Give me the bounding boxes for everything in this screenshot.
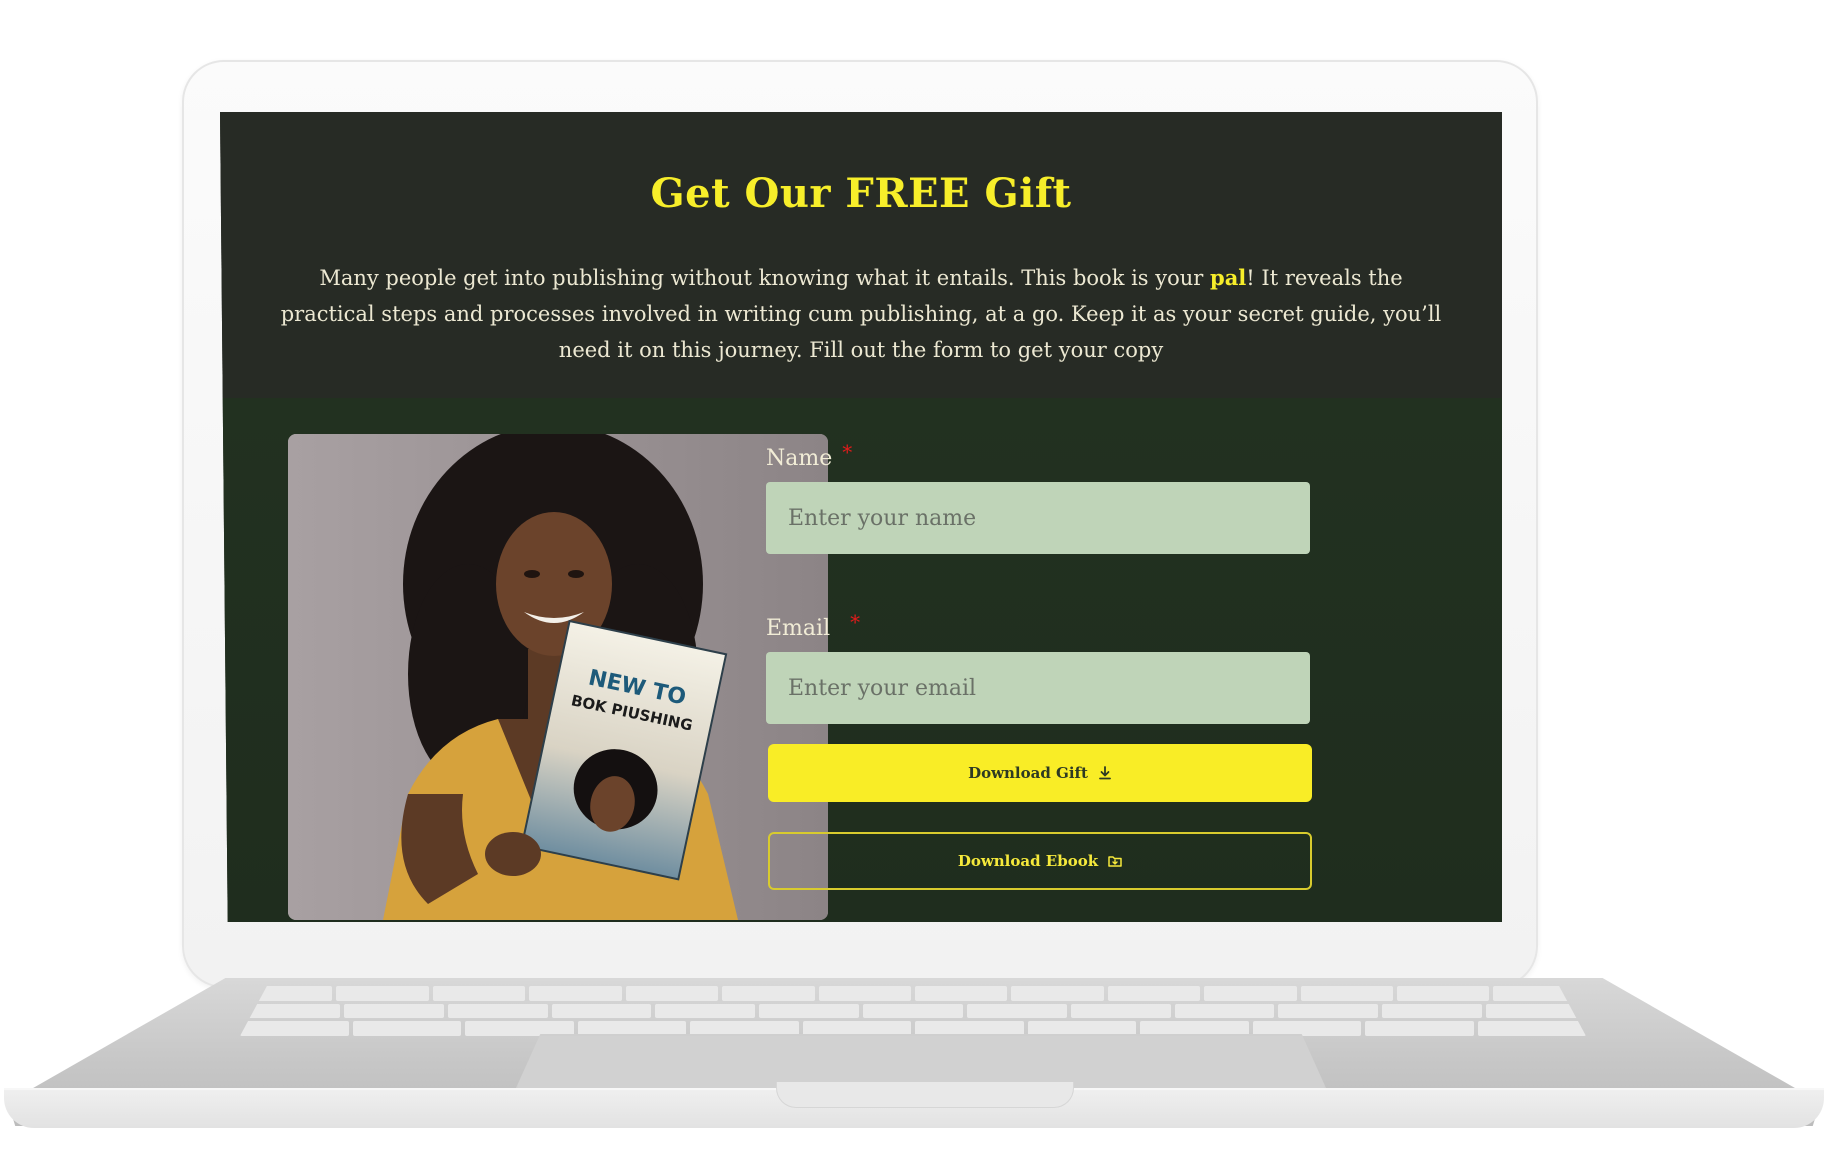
- name-label-text: Name: [766, 446, 833, 471]
- name-required-mark: *: [842, 440, 853, 464]
- folder-download-icon: [1108, 856, 1122, 867]
- laptop-keyboard: [240, 986, 1586, 1036]
- download-gift-label: Download Gift: [968, 764, 1088, 782]
- name-input[interactable]: [766, 482, 1310, 554]
- email-label-text: Email: [766, 616, 831, 641]
- hero-section: Get Our FREE Gift Many people get into p…: [220, 112, 1502, 398]
- description-highlight: pal: [1210, 265, 1247, 290]
- download-ebook-label: Download Ebook: [957, 852, 1099, 870]
- author-photo-illustration: NEW TO BOK PIUSHING: [288, 434, 828, 920]
- email-required-mark: *: [850, 610, 861, 634]
- download-icon: [1099, 766, 1111, 780]
- laptop-screen: Get Our FREE Gift Many people get into p…: [220, 112, 1502, 922]
- laptop-trackpad: [516, 1034, 1326, 1088]
- description-text-start: Many people get into publishing without …: [319, 266, 1211, 290]
- download-ebook-button[interactable]: Download Ebook: [768, 832, 1312, 890]
- email-input[interactable]: [766, 652, 1310, 724]
- signup-section: NEW TO BOK PIUSHING Name * Email * Downloa…: [220, 398, 1502, 922]
- download-gift-button[interactable]: Download Gift: [768, 744, 1312, 802]
- email-label: Email *: [766, 610, 860, 641]
- page-title: Get Our FREE Gift: [650, 170, 1072, 217]
- laptop-notch: [776, 1082, 1074, 1108]
- name-label: Name *: [766, 440, 852, 471]
- author-photo: NEW TO BOK PIUSHING: [288, 434, 828, 920]
- hero-description: Many people get into publishing without …: [278, 260, 1444, 368]
